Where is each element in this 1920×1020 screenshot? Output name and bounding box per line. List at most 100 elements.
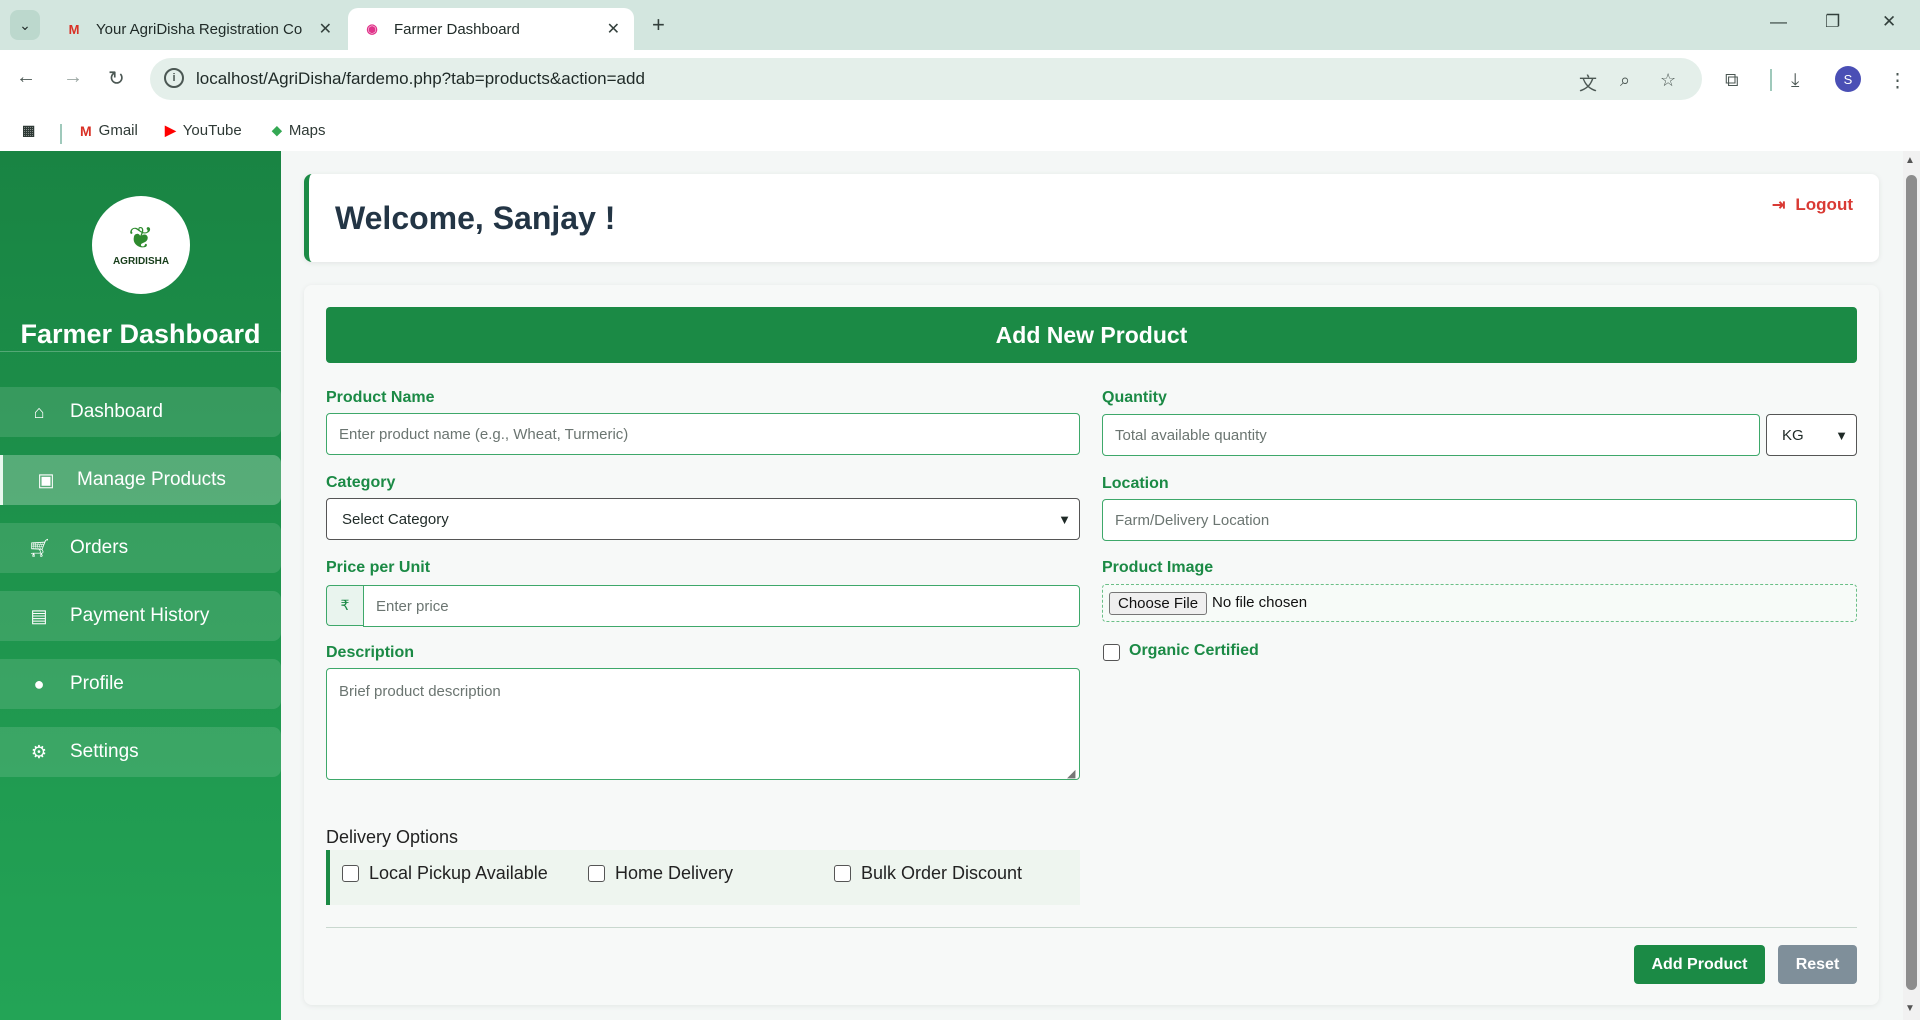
cart-icon: 🛒︎ [28, 537, 51, 558]
chevron-down-icon: ▼ [1835, 427, 1848, 443]
bookmark-star-icon[interactable]: ☆ [1660, 70, 1676, 91]
tab-gmail[interactable]: M Your AgriDisha Registration Co ✕ [50, 8, 346, 50]
bulk-discount-option[interactable]: Bulk Order Discount [834, 863, 1022, 884]
category-label: Category [326, 474, 396, 491]
tab-search-button[interactable]: ⌄ [10, 10, 40, 40]
window-close-icon[interactable]: ✕ [1882, 12, 1896, 32]
menu-icon[interactable]: ⋮ [1888, 70, 1907, 93]
delivery-options-title: Delivery Options [326, 827, 459, 847]
scrollbar-thumb[interactable] [1906, 175, 1917, 990]
resize-handle-icon[interactable]: ◢ [1067, 767, 1075, 780]
organic-label[interactable]: Organic Certified [1129, 642, 1259, 660]
zoom-icon[interactable]: ⌕ [1620, 70, 1630, 91]
category-value: Select Category [342, 510, 449, 528]
location-label: Location [1102, 475, 1169, 492]
sidebar-item-label: Payment History [70, 605, 210, 626]
download-icon[interactable]: ⤓ [1791, 70, 1799, 92]
welcome-banner: Welcome, Sanjay ! ⇥ Logout [304, 174, 1879, 262]
choose-file-button[interactable]: Choose File [1109, 592, 1208, 615]
home-delivery-option[interactable]: Home Delivery [588, 863, 733, 884]
address-bar[interactable]: i localhost/AgriDisha/fardemo.php?tab=pr… [150, 58, 1702, 100]
bulk-discount-checkbox[interactable] [834, 865, 851, 882]
toolbar-divider [1770, 69, 1772, 91]
product-name-label: Product Name [326, 389, 435, 406]
logo-text: AGRIDISHA [112, 255, 170, 267]
bookmark-maps[interactable]: ⬥ Maps [272, 122, 326, 139]
scroll-down-icon[interactable]: ▼ [1905, 1003, 1915, 1014]
sidebar-item-label: Manage Products [77, 469, 226, 490]
organic-checkbox[interactable] [1103, 644, 1120, 661]
apps-icon[interactable]: ▦ [22, 122, 42, 139]
description-label: Description [326, 644, 415, 661]
description-textarea[interactable]: Brief product description [326, 668, 1080, 780]
local-pickup-option[interactable]: Local Pickup Available [342, 863, 548, 884]
agridisha-logo[interactable]: ❦ AGRIDISHA [92, 196, 190, 294]
url-text[interactable]: localhost/AgriDisha/fardemo.php?tab=prod… [196, 69, 645, 89]
bookmark-youtube[interactable]: ▶ YouTube [165, 122, 242, 139]
sidebar: ❦ AGRIDISHA Farmer Dashboard ⌂ Dashboard… [0, 151, 281, 1020]
youtube-icon: ▶ [165, 122, 176, 138]
reset-button[interactable]: Reset [1778, 945, 1857, 984]
extensions-icon[interactable]: ⧉ [1725, 70, 1739, 92]
logout-icon: ⇥ [1772, 197, 1786, 214]
option-label[interactable]: Local Pickup Available [369, 863, 548, 884]
sidebar-item-label: Profile [70, 673, 124, 694]
money-icon: ▤ [30, 605, 48, 626]
profile-avatar[interactable]: S [1835, 66, 1861, 92]
price-label: Price per Unit [326, 559, 431, 576]
tab-farmer-dashboard[interactable]: ◉ Farmer Dashboard ✕ [348, 8, 634, 50]
add-product-button[interactable]: Add Product [1634, 945, 1765, 984]
sidebar-item-payment-history[interactable]: ▤ Payment History [0, 591, 281, 641]
quantity-input[interactable]: Total available quantity [1102, 414, 1760, 456]
unit-select[interactable]: KG ▼ [1766, 414, 1857, 456]
sidebar-item-label: Dashboard [70, 401, 163, 422]
chevron-down-icon: ▼ [1058, 511, 1071, 527]
sidebar-divider [0, 351, 281, 352]
maps-icon: ⬥ [272, 122, 282, 138]
site-info-icon[interactable]: i [164, 68, 184, 88]
sidebar-item-label: Orders [70, 537, 129, 558]
forward-icon[interactable]: → [63, 66, 83, 89]
close-icon[interactable]: ✕ [607, 19, 620, 39]
form-divider [326, 927, 1857, 928]
tab-title: Your AgriDisha Registration Co [96, 20, 303, 38]
category-select[interactable]: Select Category ▼ [326, 498, 1080, 540]
user-icon: ● [33, 673, 45, 694]
bookmarks-bar: ▦ M Gmail ▶ YouTube ⬥ Maps [0, 112, 1920, 152]
product-name-input[interactable]: Enter product name (e.g., Wheat, Turmeri… [326, 413, 1080, 455]
app-icon: ◉ [366, 21, 378, 36]
browser-toolbar: ← → ↻ i localhost/AgriDisha/fardemo.php?… [0, 50, 1920, 158]
location-input[interactable]: Farm/Delivery Location [1102, 499, 1857, 541]
option-label[interactable]: Home Delivery [615, 863, 733, 884]
logout-button[interactable]: ⇥ Logout [1772, 195, 1853, 215]
form-title: Add New Product [326, 307, 1857, 363]
logout-label: Logout [1795, 195, 1853, 214]
sidebar-item-orders[interactable]: 🛒︎ Orders [0, 523, 281, 573]
sidebar-item-label: Settings [70, 741, 139, 762]
scroll-up-icon[interactable]: ▲ [1905, 155, 1915, 166]
currency-addon: ₹ [326, 585, 363, 626]
new-tab-icon[interactable]: + [652, 12, 665, 38]
sidebar-item-manage-products[interactable]: ▣ Manage Products [0, 455, 281, 505]
leaf-icon: ❦ [128, 221, 154, 255]
product-image-label: Product Image [1102, 559, 1214, 576]
restore-icon[interactable]: ❐ [1825, 12, 1840, 32]
sidebar-item-settings[interactable]: ⚙ Settings [0, 727, 281, 777]
tab-title: Farmer Dashboard [394, 20, 520, 38]
option-label[interactable]: Bulk Order Discount [861, 863, 1022, 884]
home-icon: ⌂ [33, 401, 45, 422]
welcome-heading: Welcome, Sanjay ! [335, 200, 616, 236]
home-delivery-checkbox[interactable] [588, 865, 605, 882]
gmail-icon: M [80, 122, 92, 139]
sidebar-item-profile[interactable]: ● Profile [0, 659, 281, 709]
minimize-icon[interactable]: — [1770, 12, 1787, 32]
sidebar-item-dashboard[interactable]: ⌂ Dashboard [0, 387, 281, 437]
bookmark-gmail[interactable]: M Gmail [80, 122, 138, 139]
local-pickup-checkbox[interactable] [342, 865, 359, 882]
translate-icon[interactable]: 文 [1579, 70, 1597, 96]
price-input[interactable]: Enter price [363, 585, 1080, 627]
back-icon[interactable]: ← [16, 66, 36, 89]
close-icon[interactable]: ✕ [319, 19, 332, 39]
browser-tab-bar: ⌄ M Your AgriDisha Registration Co ✕ ◉ F… [0, 0, 1920, 50]
reload-icon[interactable]: ↻ [108, 66, 125, 91]
